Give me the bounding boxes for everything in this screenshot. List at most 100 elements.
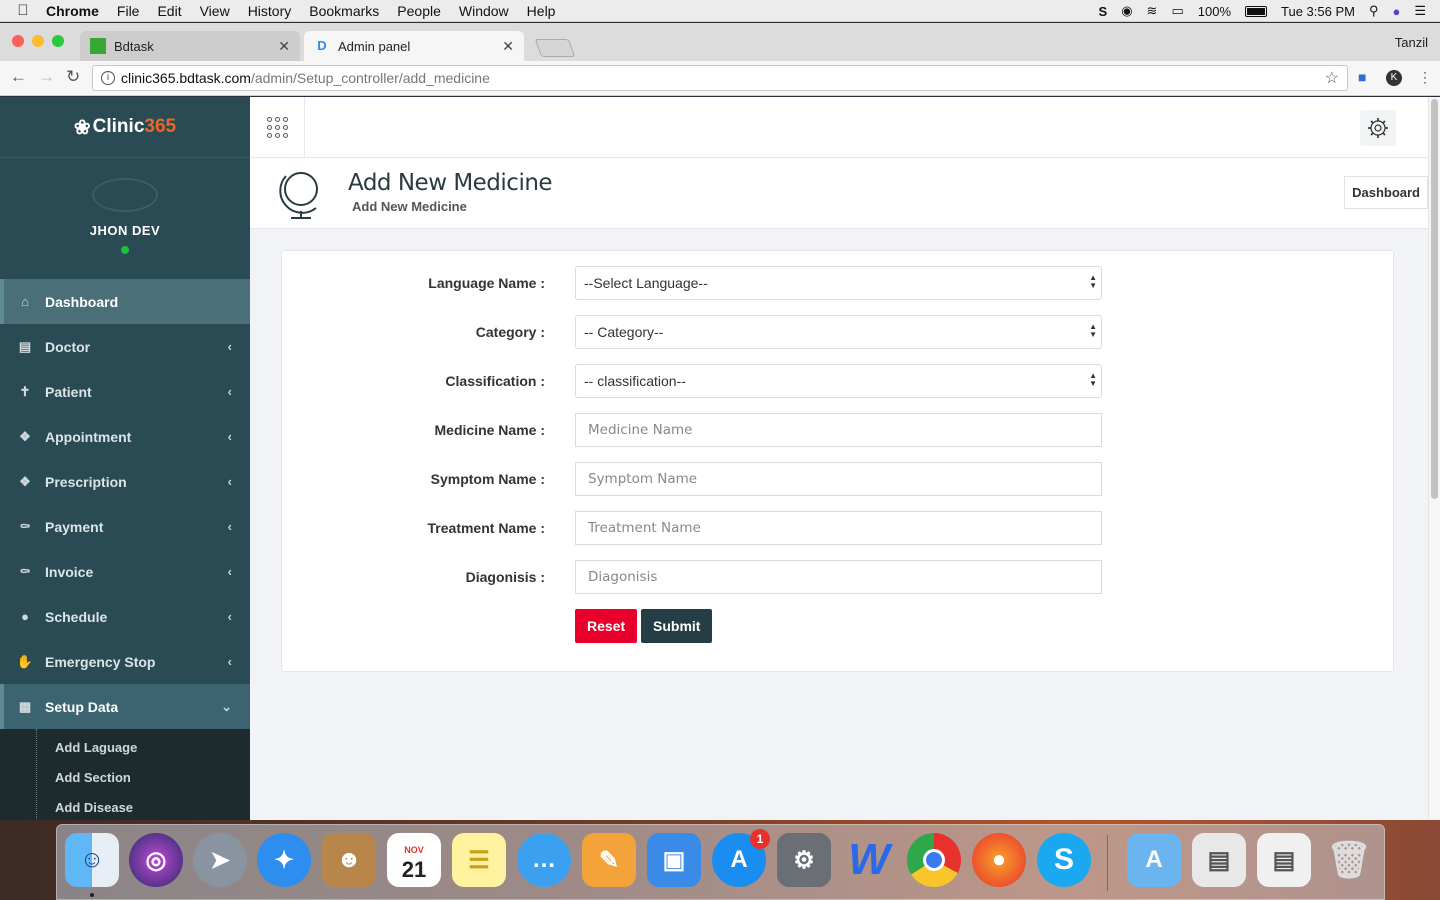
bookmark-star-icon[interactable]: ☆ <box>1325 68 1339 88</box>
menu-app-name[interactable]: Chrome <box>46 3 99 19</box>
sidebar-item-doctor[interactable]: ▤ Doctor ‹ <box>0 324 250 369</box>
skype-status-icon[interactable]: S <box>1099 4 1108 19</box>
system-preferences-icon[interactable]: ⚙ <box>777 833 831 887</box>
menu-window[interactable]: Window <box>459 3 509 19</box>
contacts-icon[interactable]: ☻ <box>322 833 376 887</box>
sidebar-item-invoice[interactable]: ⚰ Invoice ‹ <box>0 549 250 594</box>
extension-icon[interactable]: ■ <box>1358 69 1366 85</box>
url-path: /admin/Setup_controller/add_medicine <box>250 70 490 86</box>
submit-button[interactable]: Submit <box>641 609 713 643</box>
close-window-button[interactable] <box>12 35 24 47</box>
brand-logo[interactable]: ❀ Clinic 365 <box>0 97 250 158</box>
airplay-icon[interactable]: ▭ <box>1171 3 1183 19</box>
launchpad-icon[interactable]: ➤ <box>193 833 247 887</box>
firefox-icon[interactable]: ● <box>972 833 1026 887</box>
battery-icon[interactable] <box>1245 5 1267 17</box>
close-tab-icon[interactable]: ✕ <box>502 38 514 55</box>
form-row-classification: Classification : -- classification-- ▲ ▼ <box>282 364 1395 398</box>
spotlight-icon[interactable]: ⚲ <box>1369 3 1379 19</box>
classification-select[interactable]: -- classification-- ▲ ▼ <box>575 364 1102 398</box>
sidebar-item-schedule[interactable]: ● Schedule ‹ <box>0 594 250 639</box>
safari-icon[interactable]: ✦ <box>257 833 311 887</box>
tab-bdtask[interactable]: Bdtask ✕ <box>80 31 300 61</box>
account-avatar-icon[interactable]: K <box>1386 70 1402 86</box>
sidebar-item-appointment[interactable]: ❖ Appointment ‹ <box>0 414 250 459</box>
menu-people[interactable]: People <box>397 3 441 19</box>
sidebar-item-payment[interactable]: ⚰ Payment ‹ <box>0 504 250 549</box>
breadcrumb-dashboard[interactable]: Dashboard <box>1344 176 1428 209</box>
calendar-icon[interactable]: NOV 21 <box>387 833 441 887</box>
submenu-item-add-section[interactable]: Add Section <box>0 763 250 793</box>
keynote-icon[interactable]: ▣ <box>647 833 701 887</box>
menu-history[interactable]: History <box>248 3 292 19</box>
word-app-icon[interactable]: W <box>842 833 896 887</box>
clock[interactable]: Tue 3:56 PM <box>1281 4 1355 19</box>
chrome-menu-icon[interactable]: ⋮ <box>1418 69 1432 86</box>
submenu-item-add-disease[interactable]: Add Disease <box>0 793 250 820</box>
symptom-name-input[interactable]: Symptom Name <box>575 462 1102 496</box>
bar-chart-icon: ▩ <box>18 698 32 714</box>
url-field[interactable]: i clinic365.bdtask.com/admin/Setup_contr… <box>92 65 1348 91</box>
documents-stack-icon[interactable]: ▤ <box>1192 833 1246 887</box>
scrollbar-thumb[interactable] <box>1431 99 1438 499</box>
back-arrow-icon[interactable]: ← <box>10 67 27 87</box>
category-label: Category : <box>475 324 545 340</box>
calendar-day: 21 <box>401 857 427 882</box>
pages-icon[interactable]: ✎ <box>582 833 636 887</box>
applications-folder-icon[interactable]: A <box>1127 833 1181 887</box>
symptom-name-label: Symptom Name : <box>430 471 545 487</box>
reset-button[interactable]: Reset <box>575 609 638 643</box>
admin-favicon-icon: D <box>317 38 327 53</box>
diagnosis-input[interactable]: Diagonisis <box>575 560 1102 594</box>
sidebar-item-patient[interactable]: ✝ Patient ‹ <box>0 369 250 414</box>
downloads-stack-icon[interactable]: ▤ <box>1257 833 1311 887</box>
menu-edit[interactable]: Edit <box>157 3 181 19</box>
grid-dots-icon <box>266 117 288 138</box>
chrome-icon[interactable] <box>907 833 961 887</box>
menu-view[interactable]: View <box>200 3 230 19</box>
page-subtitle: Add New Medicine <box>352 199 467 214</box>
trash-icon[interactable]: 🗑 <box>1322 833 1376 887</box>
maximize-window-button[interactable] <box>52 35 64 47</box>
language-select[interactable]: --Select Language-- ▲ ▼ <box>575 266 1102 300</box>
minimize-window-button[interactable] <box>32 35 44 47</box>
tab-admin-panel[interactable]: D Admin panel ✕ <box>304 31 524 61</box>
reload-icon[interactable]: ↻ <box>66 67 80 87</box>
language-select-value: --Select Language-- <box>584 275 708 291</box>
skype-icon[interactable]: S <box>1037 833 1091 887</box>
sidebar-item-dashboard[interactable]: ⌂ Dashboard <box>0 279 250 324</box>
finder-icon[interactable]: ☺ <box>65 833 119 897</box>
submenu-item-add-language[interactable]: Add Laguage <box>0 733 250 763</box>
wifi-icon[interactable]: ≋ <box>1147 3 1158 19</box>
notification-center-icon[interactable]: ☰ <box>1414 3 1426 19</box>
sidebar-item-prescription[interactable]: ❖ Prescription ‹ <box>0 459 250 504</box>
siri-icon[interactable]: ◎ <box>129 833 183 887</box>
apple-icon[interactable]:  <box>0 2 46 19</box>
form-row-category: Category : -- Category-- ▲ ▼ <box>282 315 1395 349</box>
sidebar-item-emergency-stop[interactable]: ✋ Emergency Stop ‹ <box>0 639 250 684</box>
close-tab-icon[interactable]: ✕ <box>278 38 290 55</box>
page-scrollbar[interactable] <box>1428 97 1440 820</box>
creative-cloud-icon[interactable]: ◉ <box>1121 3 1132 19</box>
menu-file[interactable]: File <box>117 3 140 19</box>
messages-icon[interactable]: … <box>517 833 571 887</box>
sidebar-item-setup-data[interactable]: ▩ Setup Data ⌄ <box>0 684 250 729</box>
menu-help[interactable]: Help <box>527 3 556 19</box>
globe-icon <box>279 172 318 219</box>
avatar[interactable] <box>92 178 158 212</box>
medicine-name-label: Medicine Name : <box>434 422 545 438</box>
app-store-icon[interactable]: A1 <box>712 829 770 887</box>
notes-icon[interactable]: ☰ <box>452 833 506 887</box>
settings-button[interactable] <box>1360 110 1396 146</box>
category-select[interactable]: -- Category-- ▲ ▼ <box>575 315 1102 349</box>
info-icon[interactable]: i <box>101 71 115 85</box>
chevron-left-icon: ‹ <box>227 474 232 489</box>
new-tab-button[interactable] <box>534 39 576 57</box>
treatment-name-input[interactable]: Treatment Name <box>575 511 1102 545</box>
menu-bookmarks[interactable]: Bookmarks <box>309 3 379 19</box>
forward-arrow-icon[interactable]: → <box>38 67 55 87</box>
sidebar-toggle-button[interactable] <box>250 97 305 158</box>
siri-icon[interactable]: ● <box>1392 4 1400 19</box>
profile-name[interactable]: Tanzil <box>1395 35 1428 50</box>
medicine-name-input[interactable]: Medicine Name <box>575 413 1102 447</box>
